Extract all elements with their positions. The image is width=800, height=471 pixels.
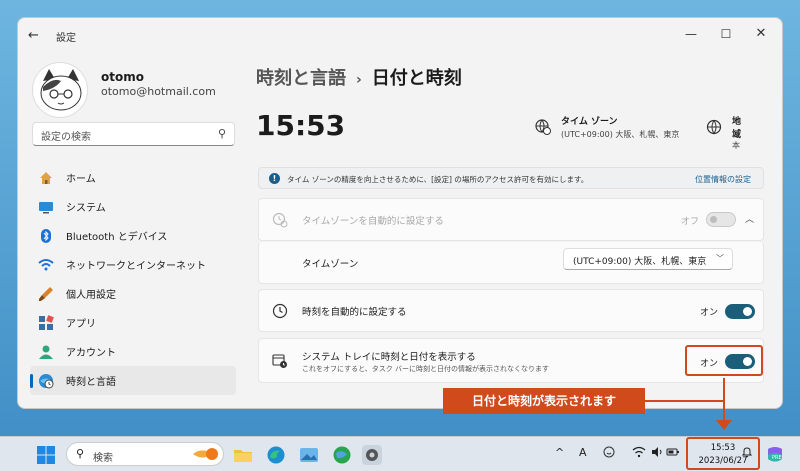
settings-app-icon[interactable]	[362, 445, 382, 465]
auto-time-toggle[interactable]	[725, 304, 755, 319]
sidebar-item-label: ホーム	[66, 174, 96, 185]
sidebar-item-network[interactable]: ネットワークとインターネット	[30, 250, 236, 279]
taskbar-date: 2023/06/27	[698, 456, 748, 466]
time-language-icon	[38, 373, 54, 389]
svg-text:PRE: PRE	[772, 455, 782, 461]
info-text: タイム ゾーンの精度を向上させるために、[設定] の場所のアクセス許可を有効にし…	[287, 175, 589, 184]
location-info-bar: ! タイム ゾーンの精度を向上させるために、[設定] の場所のアクセス許可を有効…	[258, 167, 764, 189]
location-time-icon	[272, 212, 288, 228]
sidebar-item-home[interactable]: ホーム	[30, 163, 236, 192]
edge-browser-icon[interactable]	[266, 445, 286, 465]
breadcrumb: 時刻と言語 › 日付と時刻	[256, 64, 462, 90]
sidebar-item-label: 時刻と言語	[66, 377, 116, 388]
region-value: 日本	[732, 130, 740, 150]
sidebar-item-accounts[interactable]: アカウント	[30, 337, 236, 366]
breadcrumb-separator: ›	[356, 72, 362, 88]
timezone-value: (UTC+09:00) 大阪、札幌、東京	[561, 130, 680, 139]
sidebar-item-label: システム	[66, 203, 106, 214]
tray-overflow-chevron-icon[interactable]: ^	[555, 446, 564, 459]
sidebar-item-label: アプリ	[66, 319, 96, 330]
ime-mode-icon[interactable]	[603, 446, 615, 461]
brush-icon	[38, 286, 54, 302]
apps-icon	[38, 314, 54, 331]
search-icon: ⚲	[76, 447, 85, 460]
search-icon: ⚲	[217, 127, 226, 140]
sidebar-item-label: アカウント	[66, 348, 116, 359]
user-name: otomo	[101, 70, 144, 84]
search-placeholder: 設定の検索	[41, 132, 91, 143]
timezone-icon	[535, 119, 551, 135]
sidebar-item-bluetooth[interactable]: Bluetooth とデバイス	[30, 221, 236, 250]
callout-arrow-head	[716, 420, 732, 430]
timezone-dropdown[interactable]: (UTC+09:00) 大阪、札幌、東京 ﹀	[563, 248, 733, 270]
info-icon: !	[269, 173, 280, 184]
bluetooth-icon	[38, 228, 54, 244]
wifi-icon	[38, 257, 54, 273]
callout-label: 日付と時刻が表示されます	[443, 388, 645, 414]
timezone-title: タイム ゾーン	[561, 117, 618, 127]
sidebar-item-time-language[interactable]: 時刻と言語	[30, 366, 236, 395]
ime-indicator-icon[interactable]: A	[579, 446, 587, 459]
timezone-dropdown-value: (UTC+09:00) 大阪、札幌、東京	[573, 257, 707, 267]
sidebar-item-label: Bluetooth とデバイス	[66, 232, 168, 243]
tray-time-description: これをオフにすると、タスク バーに時刻と日付の情報が表示されなくなります	[302, 365, 550, 373]
sidebar-item-personalization[interactable]: 個人用設定	[30, 279, 236, 308]
globe-icon	[706, 119, 722, 135]
breadcrumb-parent[interactable]: 時刻と言語	[256, 68, 346, 89]
clock-icon	[272, 303, 288, 319]
battery-icon[interactable]	[666, 446, 680, 461]
callout-arrow-line	[723, 378, 725, 422]
search-highlight-icon	[193, 446, 219, 462]
taskbar-search-placeholder: 検索	[93, 453, 113, 464]
current-time: 15:53	[256, 109, 346, 142]
location-settings-link[interactable]: 位置情報の設定	[695, 174, 751, 185]
close-button[interactable]: ✕	[750, 24, 772, 44]
wifi-icon[interactable]	[632, 446, 646, 461]
sidebar: ホーム システム Bluetooth とデバイス ネットワークとインターネット …	[30, 163, 236, 395]
callout-connector	[645, 400, 725, 402]
photos-app-icon[interactable]	[299, 445, 319, 465]
auto-time-card: 時刻を自動的に設定する オン	[258, 289, 764, 332]
page-title: 日付と時刻	[371, 68, 462, 89]
minimize-button[interactable]: —	[680, 24, 702, 44]
user-email: otomo@hotmail.com	[101, 85, 216, 98]
sidebar-item-system[interactable]: システム	[30, 192, 236, 221]
sidebar-item-label: ネットワークとインターネット	[66, 261, 206, 272]
app-title: 設定	[56, 33, 76, 44]
auto-timezone-toggle[interactable]	[706, 212, 736, 227]
copilot-icon[interactable]: PRE	[765, 445, 785, 465]
windows-start-icon[interactable]	[36, 445, 56, 465]
taskbar-search-input[interactable]: ⚲ 検索	[66, 442, 224, 466]
calendar-clock-icon	[272, 353, 288, 369]
back-button[interactable]: ←	[28, 28, 39, 43]
chevron-down-icon: ﹀	[716, 254, 724, 263]
auto-timezone-state: オフ	[681, 217, 700, 227]
sidebar-item-label: 個人用設定	[66, 290, 116, 301]
taskbar-clock[interactable]: 15:53 2023/06/27	[686, 437, 760, 470]
file-explorer-icon[interactable]	[233, 445, 253, 465]
timezone-label: タイムゾーン	[302, 259, 359, 270]
auto-timezone-card: タイムゾーンを自動的に設定する オフ ︿	[258, 198, 764, 241]
tray-time-label: システム トレイに時刻と日付を表示する	[302, 352, 476, 363]
auto-time-state: オン	[700, 308, 719, 318]
auto-timezone-label: タイムゾーンを自動的に設定する	[302, 216, 444, 227]
maximize-button[interactable]: ☐	[715, 24, 737, 44]
volume-icon[interactable]	[651, 446, 663, 461]
home-icon	[38, 170, 54, 186]
taskbar: ⚲ 検索 ^ A PRE	[0, 436, 800, 471]
auto-time-label: 時刻を自動的に設定する	[302, 307, 407, 318]
sidebar-item-apps[interactable]: アプリ	[30, 308, 236, 337]
toggle-highlight-box	[685, 345, 763, 376]
maps-app-icon[interactable]	[332, 445, 352, 465]
taskbar-time: 15:53	[710, 443, 736, 453]
chevron-up-icon[interactable]: ︿	[745, 212, 754, 225]
settings-window: ← 設定 — ☐ ✕ otomo otomo@hotmail.com 設定の検索…	[17, 17, 783, 409]
avatar[interactable]	[32, 62, 88, 118]
system-icon	[38, 199, 54, 215]
settings-search-input[interactable]: 設定の検索 ⚲	[32, 122, 235, 146]
account-icon	[38, 344, 54, 360]
